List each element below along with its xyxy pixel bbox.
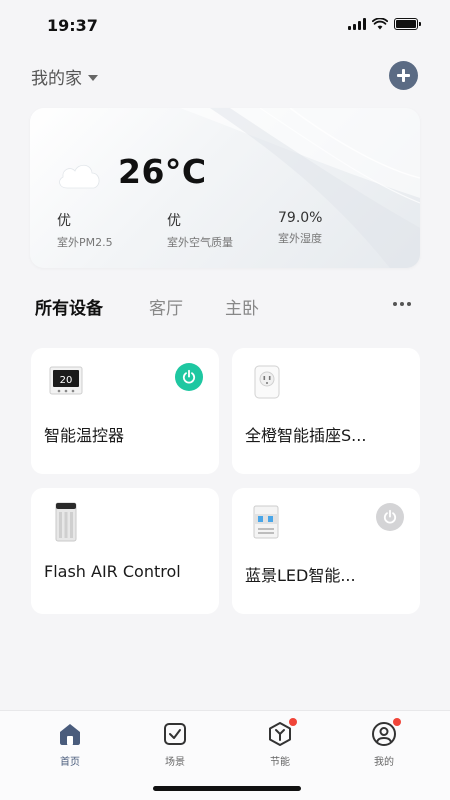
tab-living-room[interactable]: 客厅 [149,294,183,319]
nav-label: 首页 [60,757,80,768]
notification-badge [393,718,401,726]
led-controller-icon [253,505,279,539]
device-card-led-controller[interactable]: 蓝景LED智能... [232,488,420,614]
status-time: 19:37 [47,16,98,35]
caret-down-icon [88,74,98,81]
svg-text:20: 20 [60,375,73,386]
home-indicator [153,786,301,791]
nav-energy[interactable]: 节能 [250,718,310,768]
nav-label: 我的 [374,757,394,768]
metric-value: 优 [167,213,181,229]
home-name: 我的家 [31,69,82,89]
metric-label: 室外空气质量 [167,236,233,249]
power-toggle-off[interactable] [376,503,404,531]
power-icon [182,369,196,384]
metric-pm25: 优 室外PM2.5 [57,210,113,250]
status-bar: 19:37 [0,0,450,52]
notification-badge [289,718,297,726]
metric-value: 优 [57,213,71,229]
tab-all-devices[interactable]: 所有设备 [35,294,103,319]
nav-scene[interactable]: 场景 [145,721,205,768]
more-icon[interactable] [393,302,411,306]
metric-air-quality: 优 室外空气质量 [167,210,233,250]
nav-label: 场景 [165,757,185,768]
home-selector[interactable]: 我的家 [31,64,98,89]
nav-home[interactable]: 首页 [40,721,100,768]
metric-label: 室外湿度 [278,232,322,245]
device-name: 智能温控器 [44,426,125,445]
device-card-thermostat[interactable]: 20 智能温控器 [31,348,219,474]
metric-humidity: 79.0% 室外湿度 [278,210,322,246]
status-icons [348,18,421,30]
scene-icon [164,723,186,745]
device-name: Flash AIR Control [44,562,181,581]
power-toggle-on[interactable] [175,363,203,391]
energy-icon [269,722,291,746]
battery-icon [394,18,421,30]
cellular-signal-icon [348,18,366,30]
cloud-icon [59,164,100,189]
thermostat-icon: 20 [49,366,83,395]
metric-label: 室外PM2.5 [57,236,113,249]
device-name: 蓝景LED智能... [245,566,356,585]
tab-master-bedroom[interactable]: 主卧 [225,294,259,319]
weather-card: 26°C 优 室外PM2.5 优 室外空气质量 79.0% 室外湿度 [30,108,420,268]
home-icon [60,724,80,745]
air-purifier-icon [55,502,77,542]
device-card-air-purifier[interactable]: Flash AIR Control [31,488,219,614]
device-card-smart-plug[interactable]: 全橙智能插座S... [232,348,420,474]
nav-label: 节能 [270,757,290,768]
power-icon [383,509,397,524]
smart-plug-icon [254,365,280,399]
add-device-button[interactable] [389,61,418,90]
nav-profile[interactable]: 我的 [354,718,414,768]
metric-value: 79.0% [278,210,323,226]
wifi-icon [372,18,388,30]
profile-icon [372,722,396,746]
device-name: 全橙智能插座S... [245,426,367,445]
temperature: 26°C [118,152,207,191]
